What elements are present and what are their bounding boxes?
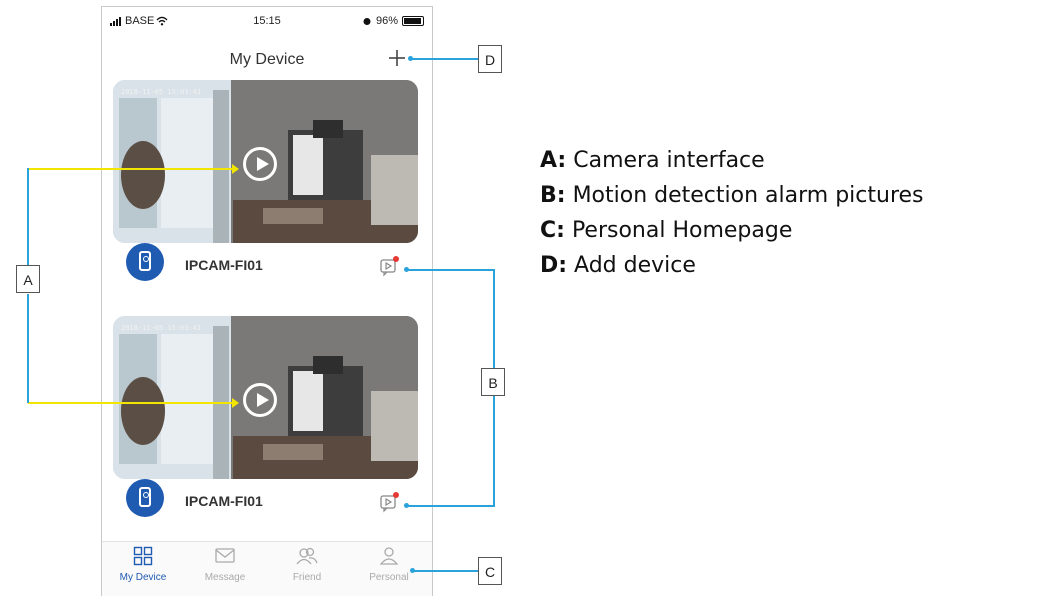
- callout-line: [27, 168, 29, 271]
- callout-b: B: [481, 368, 505, 396]
- alarm-playback-icon[interactable]: [379, 255, 401, 277]
- status-bar: BASE 15:15 96%: [102, 15, 432, 31]
- camera-timestamp: 2018-11-05 15:03:41: [121, 324, 202, 332]
- callout-dot: [404, 503, 409, 508]
- camera-device-icon: [126, 479, 164, 517]
- legend-key: C:: [540, 218, 565, 243]
- tab-label: Personal: [369, 572, 409, 583]
- callout-line: [407, 505, 495, 507]
- camera-device-icon: [126, 243, 164, 281]
- callout-line: [27, 294, 29, 403]
- alarm-clock-icon: [363, 18, 371, 25]
- battery-label: 96%: [375, 15, 398, 27]
- legend-item: B: Motion detection alarm pictures: [540, 178, 924, 213]
- legend-text: Camera interface: [566, 148, 765, 173]
- device-row[interactable]: IPCAM-FI01: [113, 479, 418, 519]
- device-name: IPCAM-FI01: [185, 493, 263, 509]
- legend: A: Camera interface B: Motion detection …: [540, 143, 924, 283]
- friends-icon: [296, 547, 318, 565]
- legend-key: B:: [540, 183, 566, 208]
- battery-icon: [402, 16, 424, 26]
- camera-timestamp: 2018-11-05 15:03:41: [121, 88, 202, 96]
- legend-key: A:: [540, 148, 567, 173]
- callout-line: [493, 396, 495, 506]
- legend-text: Motion detection alarm pictures: [565, 183, 924, 208]
- tab-personal[interactable]: Personal: [348, 546, 430, 583]
- legend-text: Add device: [567, 253, 696, 278]
- legend-item: C: Personal Homepage: [540, 213, 924, 248]
- callout-d: D: [478, 45, 502, 73]
- envelope-icon: [215, 548, 235, 563]
- camera-preview[interactable]: 2018-11-05 15:03:41: [113, 80, 418, 243]
- plus-icon[interactable]: [386, 47, 408, 69]
- tab-my-device[interactable]: My Device: [102, 546, 184, 583]
- callout-a: A: [16, 265, 40, 293]
- callout-line: [413, 570, 478, 572]
- grid-icon: [133, 546, 153, 566]
- tab-label: Message: [204, 572, 246, 583]
- tab-friend[interactable]: Friend: [266, 546, 348, 583]
- legend-key: D:: [540, 253, 568, 278]
- camera-preview[interactable]: 2018-11-05 15:03:41: [113, 316, 418, 479]
- play-button[interactable]: [243, 383, 277, 417]
- legend-item: A: Camera interface: [540, 143, 924, 178]
- person-icon: [379, 547, 399, 565]
- legend-text: Personal Homepage: [564, 218, 793, 243]
- callout-line: [411, 58, 478, 60]
- tab-label: Friend: [292, 572, 322, 583]
- phone-screen: BASE 15:15 96% My Device 2018-11-05 15:0…: [101, 6, 433, 596]
- tab-bar: My Device Message Friend Personal: [102, 541, 432, 596]
- pointer-arrow: [28, 164, 239, 174]
- device-row[interactable]: IPCAM-FI01: [113, 243, 418, 283]
- play-button[interactable]: [243, 147, 277, 181]
- callout-line: [407, 269, 494, 271]
- page-title: My Device: [229, 51, 305, 68]
- device-name: IPCAM-FI01: [185, 257, 263, 273]
- tab-label: My Device: [119, 572, 167, 583]
- tab-message[interactable]: Message: [184, 546, 266, 583]
- callout-line: [493, 269, 495, 369]
- alarm-playback-icon[interactable]: [379, 491, 401, 513]
- pointer-arrow: [28, 398, 239, 408]
- callout-c: C: [478, 557, 502, 585]
- legend-item: D: Add device: [540, 248, 924, 283]
